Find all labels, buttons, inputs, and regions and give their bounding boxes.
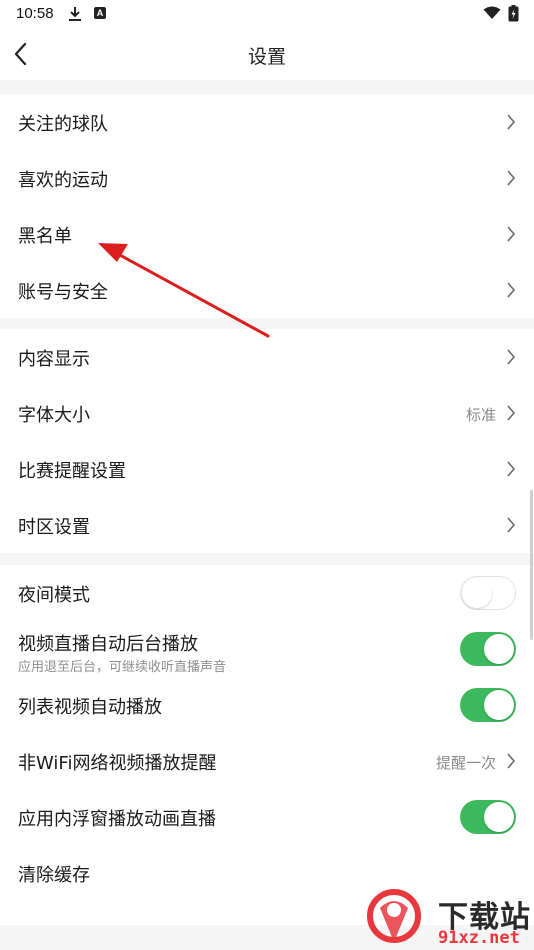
settings-row-font-size[interactable]: 字体大小 标准 (0, 385, 534, 441)
chevron-right-icon (507, 517, 516, 533)
chevron-right-icon (507, 170, 516, 186)
settings-row-non-wifi-reminder[interactable]: 非WiFi网络视频播放提醒 提醒一次 (0, 733, 534, 789)
settings-row-match-reminder[interactable]: 比赛提醒设置 (0, 441, 534, 497)
settings-section-1: 关注的球队 喜欢的运动 黑名单 账号与安全 (0, 94, 534, 318)
watermark-domain: 91xz.net (438, 928, 520, 948)
row-label: 喜欢的运动 (18, 170, 108, 191)
settings-screen: 10:58 A 设置 关注的球队 喜欢的运动 黑名单 账号与安全 内容显示 字体… (0, 0, 534, 950)
chevron-right-icon (507, 405, 516, 421)
row-subtitle: 应用退至后台，可继续收听直播声音 (18, 660, 227, 675)
row-label: 时区设置 (18, 517, 90, 538)
toggle-knob (484, 690, 514, 720)
chevron-right-icon (507, 226, 516, 242)
status-bar: 10:58 A (0, 0, 534, 28)
toggle-knob (484, 802, 514, 832)
non-wifi-reminder-value: 提醒一次 (435, 754, 496, 772)
settings-row-list-autoplay[interactable]: 列表视频自动播放 (0, 677, 534, 733)
toggle-knob (462, 577, 492, 608)
row-label: 夜间模式 (18, 585, 90, 606)
settings-row-followed-teams[interactable]: 关注的球队 (0, 94, 534, 150)
page-title: 设置 (247, 46, 286, 68)
settings-row-timezone[interactable]: 时区设置 (0, 497, 534, 553)
chevron-right-icon (507, 349, 516, 365)
settings-section-3: 夜间模式 视频直播自动后台播放 应用退至后台，可继续收听直播声音 列表视频自动播… (0, 565, 534, 925)
row-label: 比赛提醒设置 (18, 461, 126, 482)
row-label: 非WiFi网络视频播放提醒 (18, 753, 217, 774)
row-label: 视频直播自动后台播放 (18, 634, 198, 655)
chevron-right-icon (507, 282, 516, 298)
settings-section-2: 内容显示 字体大小 标准 比赛提醒设置 时区设置 (0, 329, 534, 553)
download-icon (69, 7, 81, 21)
accessibility-notification-icon: A (94, 7, 106, 19)
row-label: 内容显示 (18, 349, 90, 370)
floating-window-toggle[interactable] (460, 800, 516, 834)
row-label: 账号与安全 (18, 282, 108, 303)
font-size-value: 标准 (465, 406, 496, 424)
row-label: 字体大小 (18, 405, 90, 426)
header-bar: 设置 (0, 28, 534, 80)
row-label: 关注的球队 (18, 114, 108, 135)
settings-row-favorite-sports[interactable]: 喜欢的运动 (0, 150, 534, 206)
settings-row-blacklist[interactable]: 黑名单 (0, 206, 534, 262)
chevron-right-icon (507, 461, 516, 477)
row-label: 应用内浮窗播放动画直播 (18, 809, 216, 830)
chevron-right-icon (507, 114, 516, 130)
list-autoplay-toggle[interactable] (460, 688, 516, 722)
status-time: 10:58 (16, 5, 54, 22)
settings-row-content-display[interactable]: 内容显示 (0, 329, 534, 385)
row-label: 清除缓存 (18, 865, 90, 886)
night-mode-toggle[interactable] (460, 576, 516, 610)
settings-row-night-mode[interactable]: 夜间模式 (0, 565, 534, 621)
settings-row-floating-window[interactable]: 应用内浮窗播放动画直播 (0, 789, 534, 845)
settings-row-account-security[interactable]: 账号与安全 (0, 262, 534, 318)
battery-icon (508, 5, 519, 22)
scrollbar[interactable] (530, 490, 533, 640)
row-label: 黑名单 (18, 226, 72, 247)
chevron-right-icon (507, 753, 516, 769)
row-label: 列表视频自动播放 (18, 697, 162, 718)
background-play-toggle[interactable] (460, 632, 516, 666)
wifi-icon (483, 6, 501, 19)
settings-row-background-play[interactable]: 视频直播自动后台播放 应用退至后台，可继续收听直播声音 (0, 621, 534, 677)
toggle-knob (484, 634, 514, 664)
